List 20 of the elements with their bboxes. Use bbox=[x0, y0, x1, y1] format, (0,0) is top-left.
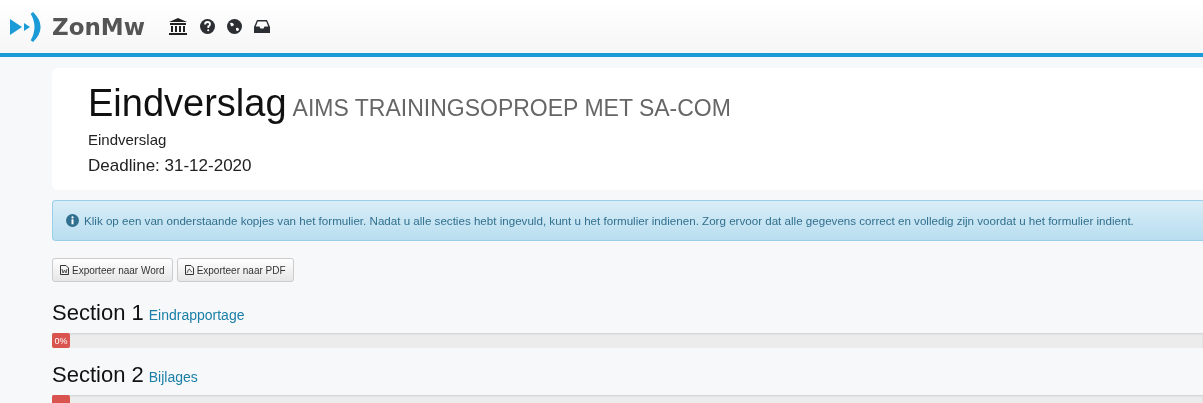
logo-text[interactable]: ZonMw bbox=[52, 13, 145, 40]
bank-icon[interactable] bbox=[169, 18, 187, 35]
section-link[interactable]: Bijlages bbox=[148, 369, 198, 385]
help-icon[interactable] bbox=[200, 19, 215, 34]
export-button[interactable]: Exporteer naar PDF bbox=[176, 258, 294, 282]
globe-icon[interactable] bbox=[227, 19, 242, 34]
section-link[interactable]: Eindrapportage bbox=[148, 307, 245, 323]
form-name: Eindverslag bbox=[88, 131, 168, 148]
export-button[interactable]: Exporteer naar Word bbox=[52, 258, 173, 282]
pdf-document-icon bbox=[184, 265, 194, 275]
info-icon bbox=[66, 214, 79, 227]
section-heading: Section 1 bbox=[52, 300, 144, 326]
inbox-icon[interactable] bbox=[254, 20, 270, 33]
project-title: AIMS TRAININGSOPROEP MET SA-COM bbox=[292, 95, 731, 121]
page-title: Eindverslag bbox=[88, 82, 287, 124]
info-message: Klik op een van onderstaande kopjes van het formulier. Nadat u alle secties hebt ingevuld, kunt u het formulier indienen. Zorg ervoor dat alle gegevens correct en volledig zijn voordat u het formulier indient. bbox=[84, 214, 1134, 227]
section-heading: Section 2 bbox=[52, 362, 144, 388]
word-document-icon bbox=[60, 265, 69, 275]
progress-fill: 0% bbox=[52, 333, 70, 348]
deadline-text: Deadline: 31-12-2020 bbox=[88, 156, 253, 176]
